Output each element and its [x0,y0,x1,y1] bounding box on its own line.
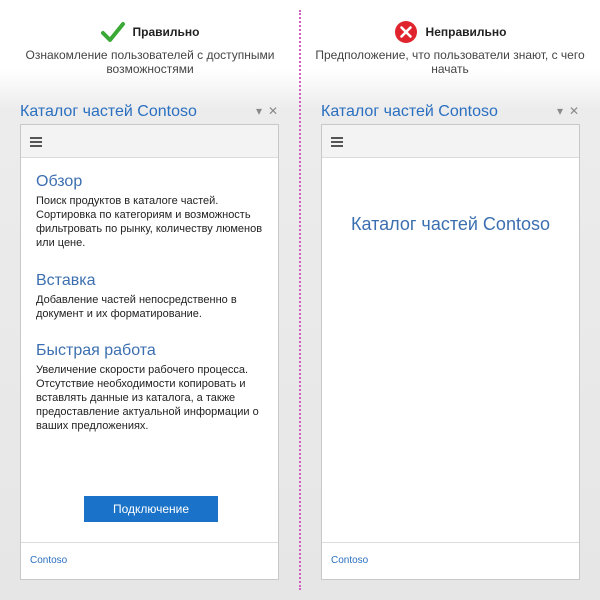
pane-footer: Contoso [21,542,278,579]
hamburger-menu-icon[interactable] [30,137,42,147]
section-text: Добавление частей непосредственно в доку… [36,294,237,320]
task-pane: Каталог частей Contoso Contoso [321,124,580,580]
bad-verdict: Неправильно [300,20,600,44]
hamburger-menu-icon[interactable] [331,137,343,147]
pane-footer: Contoso [322,542,579,579]
dropdown-icon[interactable]: ▾ [557,104,563,118]
section-insert: Вставка Добавление частей непосредственн… [36,272,268,321]
good-verdict-label: Правильно [132,25,200,39]
pane-title: Каталог частей Contoso [20,103,197,120]
bad-example-column: Неправильно Предположение, что пользоват… [300,0,600,600]
pane-header [322,125,579,158]
section-heading: Вставка [36,272,96,289]
bad-verdict-label: Неправильно [425,25,507,39]
pane-title: Каталог частей Contoso [321,103,498,120]
section-heading: Быстрая работа [36,342,156,359]
checkmark-icon [100,22,125,42]
footer-link[interactable]: Contoso [30,555,67,566]
close-icon[interactable]: ✕ [268,104,278,118]
pane-header [21,125,278,158]
section-fast-work: Быстрая работа Увеличение скорости рабоч… [36,342,268,433]
connect-button[interactable]: Подключение [84,496,218,522]
section-heading: Обзор [36,173,83,190]
good-example-column: Правильно Ознакомление пользователей с д… [0,0,300,600]
good-verdict: Правильно [0,20,300,44]
bad-description: Предположение, что пользователи знают, с… [315,48,585,76]
section-overview: Обзор Поиск продуктов в каталоге частей.… [36,173,268,250]
dropdown-icon[interactable]: ▾ [256,104,262,118]
error-x-icon [394,21,417,43]
center-title: Каталог частей Contoso [351,214,550,234]
close-icon[interactable]: ✕ [569,104,579,118]
good-description: Ознакомление пользователей с доступными … [25,48,275,76]
section-text: Увеличение скорости рабочего процесса. О… [36,364,259,432]
footer-link[interactable]: Contoso [331,555,368,566]
pane-controls: ▾ ✕ [557,104,579,118]
section-text: Поиск продуктов в каталоге частей. Сорти… [36,195,263,249]
pane-controls: ▾ ✕ [256,104,278,118]
task-pane: Обзор Поиск продуктов в каталоге частей.… [20,124,279,580]
